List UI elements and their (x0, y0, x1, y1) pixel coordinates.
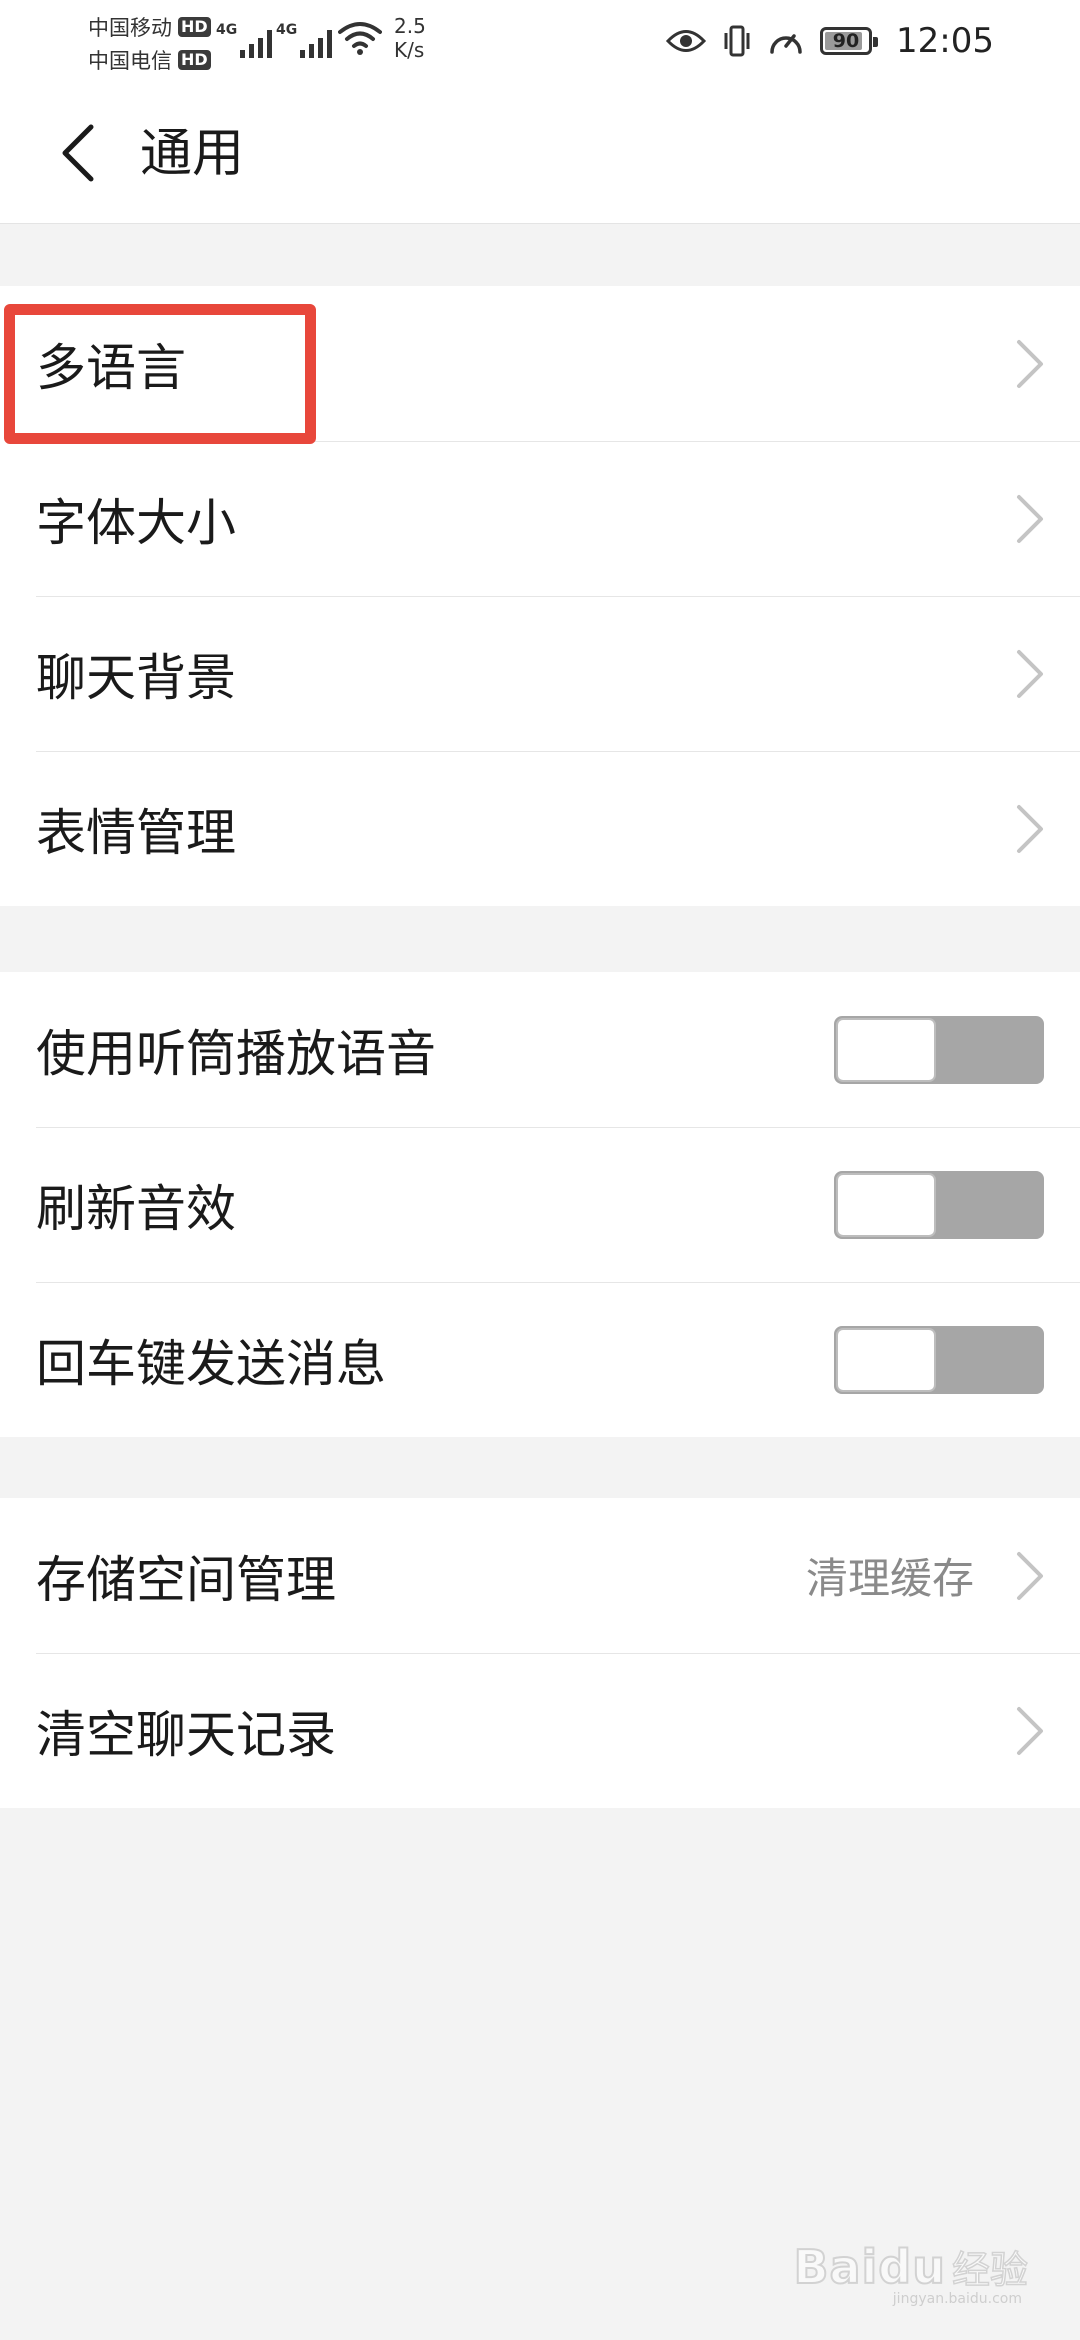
clock: 12:05 (896, 21, 994, 61)
toggle-knob (836, 1017, 936, 1082)
settings-group-storage: 存储空间管理 清理缓存 清空聊天记录 (0, 1498, 1080, 1808)
settings-row-label: 字体大小 (36, 493, 236, 552)
eye-icon (666, 30, 707, 52)
back-button[interactable] (42, 118, 112, 188)
wifi-icon (338, 22, 382, 55)
settings-row-enter-to-send: 回车键发送消息 (0, 1282, 1080, 1437)
clear-cache-hint: 清理缓存 (805, 1554, 974, 1603)
carrier-1-label: 中国移动 (88, 15, 172, 40)
settings-row-label: 表情管理 (36, 803, 236, 862)
carrier-2-label: 中国电信 (88, 48, 172, 73)
enter-to-send-toggle[interactable] (834, 1325, 1044, 1394)
settings-row-emoji-management[interactable]: 表情管理 (0, 751, 1080, 906)
settings-group-sound: 使用听筒播放语音 刷新音效 回车键发送消息 (0, 972, 1080, 1437)
settings-row-language[interactable]: 多语言 (0, 286, 1080, 441)
watermark-brand: Baidu (792, 2239, 946, 2295)
status-bar: 中国移动 HD 中国电信 HD 4G 4G 2.5 K/s 90 12:05 (0, 0, 1080, 82)
settings-row-label: 回车键发送消息 (36, 1334, 386, 1393)
network-type-label: 4G (216, 22, 238, 38)
refresh-sound-toggle[interactable] (834, 1170, 1044, 1239)
battery-icon: 90 (820, 27, 879, 55)
battery-level: 90 (832, 30, 860, 52)
settings-row-storage-management[interactable]: 存储空间管理 清理缓存 (0, 1498, 1080, 1653)
settings-row-refresh-sound: 刷新音效 (0, 1127, 1080, 1282)
chevron-right-icon (1010, 489, 1050, 549)
settings-group-display: 多语言 字体大小 聊天背景 表情管理 (0, 286, 1080, 906)
settings-row-label: 使用听筒播放语音 (36, 1024, 436, 1083)
settings-row-earpiece-playback: 使用听筒播放语音 (0, 972, 1080, 1127)
watermark-sub: 经验 (951, 2247, 1029, 2293)
network-speed-unit: K/s (394, 38, 425, 62)
toggle-knob (836, 1172, 936, 1237)
network-type-label-2: 4G (276, 22, 298, 38)
settings-row-chat-background[interactable]: 聊天背景 (0, 596, 1080, 751)
settings-row-label: 多语言 (36, 338, 186, 397)
settings-row-label: 刷新音效 (36, 1179, 236, 1238)
settings-row-label: 聊天背景 (36, 648, 236, 707)
page-title: 通用 (140, 124, 245, 184)
network-speed: 2.5 K/s (394, 14, 426, 62)
watermark-url: jingyan.baidu.com (892, 2291, 1022, 2307)
chevron-right-icon (1010, 1701, 1050, 1761)
settings-row-font-size[interactable]: 字体大小 (0, 441, 1080, 596)
signal-icon-2: 4G (276, 22, 332, 58)
toggle-knob (836, 1327, 936, 1392)
settings-row-label: 清空聊天记录 (36, 1705, 336, 1764)
chevron-right-icon (1010, 1546, 1050, 1606)
hd-badge-1: HD (178, 16, 211, 37)
network-speed-value: 2.5 (394, 14, 426, 38)
earpiece-playback-toggle[interactable] (834, 1015, 1044, 1084)
chevron-left-icon (62, 124, 94, 182)
chevron-right-icon (1010, 334, 1050, 394)
vibrate-icon (724, 25, 750, 57)
baidu-watermark: Baidu 经验 jingyan.baidu.com (792, 2239, 1029, 2308)
signal-icon: 4G (216, 22, 272, 58)
speedometer-icon (770, 34, 802, 54)
settings-row-clear-chat-history[interactable]: 清空聊天记录 (0, 1653, 1080, 1808)
hd-badge-2: HD (178, 49, 211, 70)
page-header: 通用 (0, 82, 1080, 224)
settings-row-label: 存储空间管理 (36, 1550, 336, 1609)
chevron-right-icon (1010, 799, 1050, 859)
chevron-right-icon (1010, 644, 1050, 704)
